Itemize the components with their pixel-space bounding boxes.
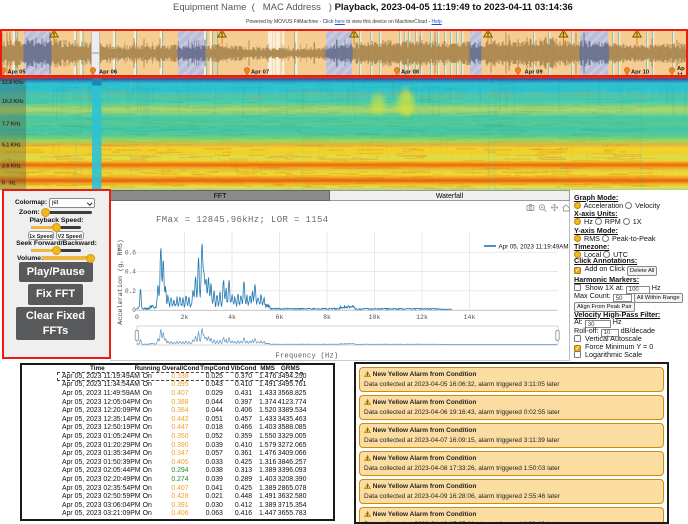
- svg-text:0.6: 0.6: [125, 250, 136, 257]
- svg-text:0: 0: [135, 314, 139, 321]
- svg-text:FMax = 12845.96kHz; LOR = 1154: FMax = 12845.96kHz; LOR = 1154: [156, 215, 329, 225]
- svg-text:10.2 KHz: 10.2 KHz: [2, 99, 24, 105]
- svg-text:0.4: 0.4: [125, 269, 136, 276]
- svg-text:Apr 05, 2023 11:19:49AM: Apr 05, 2023 11:19:49AM: [499, 243, 569, 250]
- svg-text:12.8 KHz: 12.8 KHz: [2, 80, 24, 86]
- svg-text:12k: 12k: [416, 314, 428, 321]
- svg-text:5.1 KHz: 5.1 KHz: [2, 143, 21, 149]
- svg-text:4k: 4k: [228, 314, 236, 321]
- svg-text:14k: 14k: [464, 314, 476, 321]
- svg-text:6k: 6k: [276, 314, 284, 321]
- svg-text:0 Hz: 0 Hz: [2, 181, 16, 187]
- svg-text:2k: 2k: [181, 314, 189, 321]
- svg-text:Frequency (Hz): Frequency (Hz): [275, 353, 338, 361]
- svg-text:8k: 8k: [323, 314, 331, 321]
- svg-text:7.7 KHz: 7.7 KHz: [2, 122, 21, 128]
- svg-text:10k: 10k: [369, 314, 381, 321]
- svg-text:Acceleration (g, RMS): Acceleration (g, RMS): [117, 239, 125, 325]
- svg-text:2.6 KHz: 2.6 KHz: [2, 164, 21, 170]
- svg-text:0: 0: [132, 307, 136, 314]
- svg-text:0.2: 0.2: [125, 288, 136, 295]
